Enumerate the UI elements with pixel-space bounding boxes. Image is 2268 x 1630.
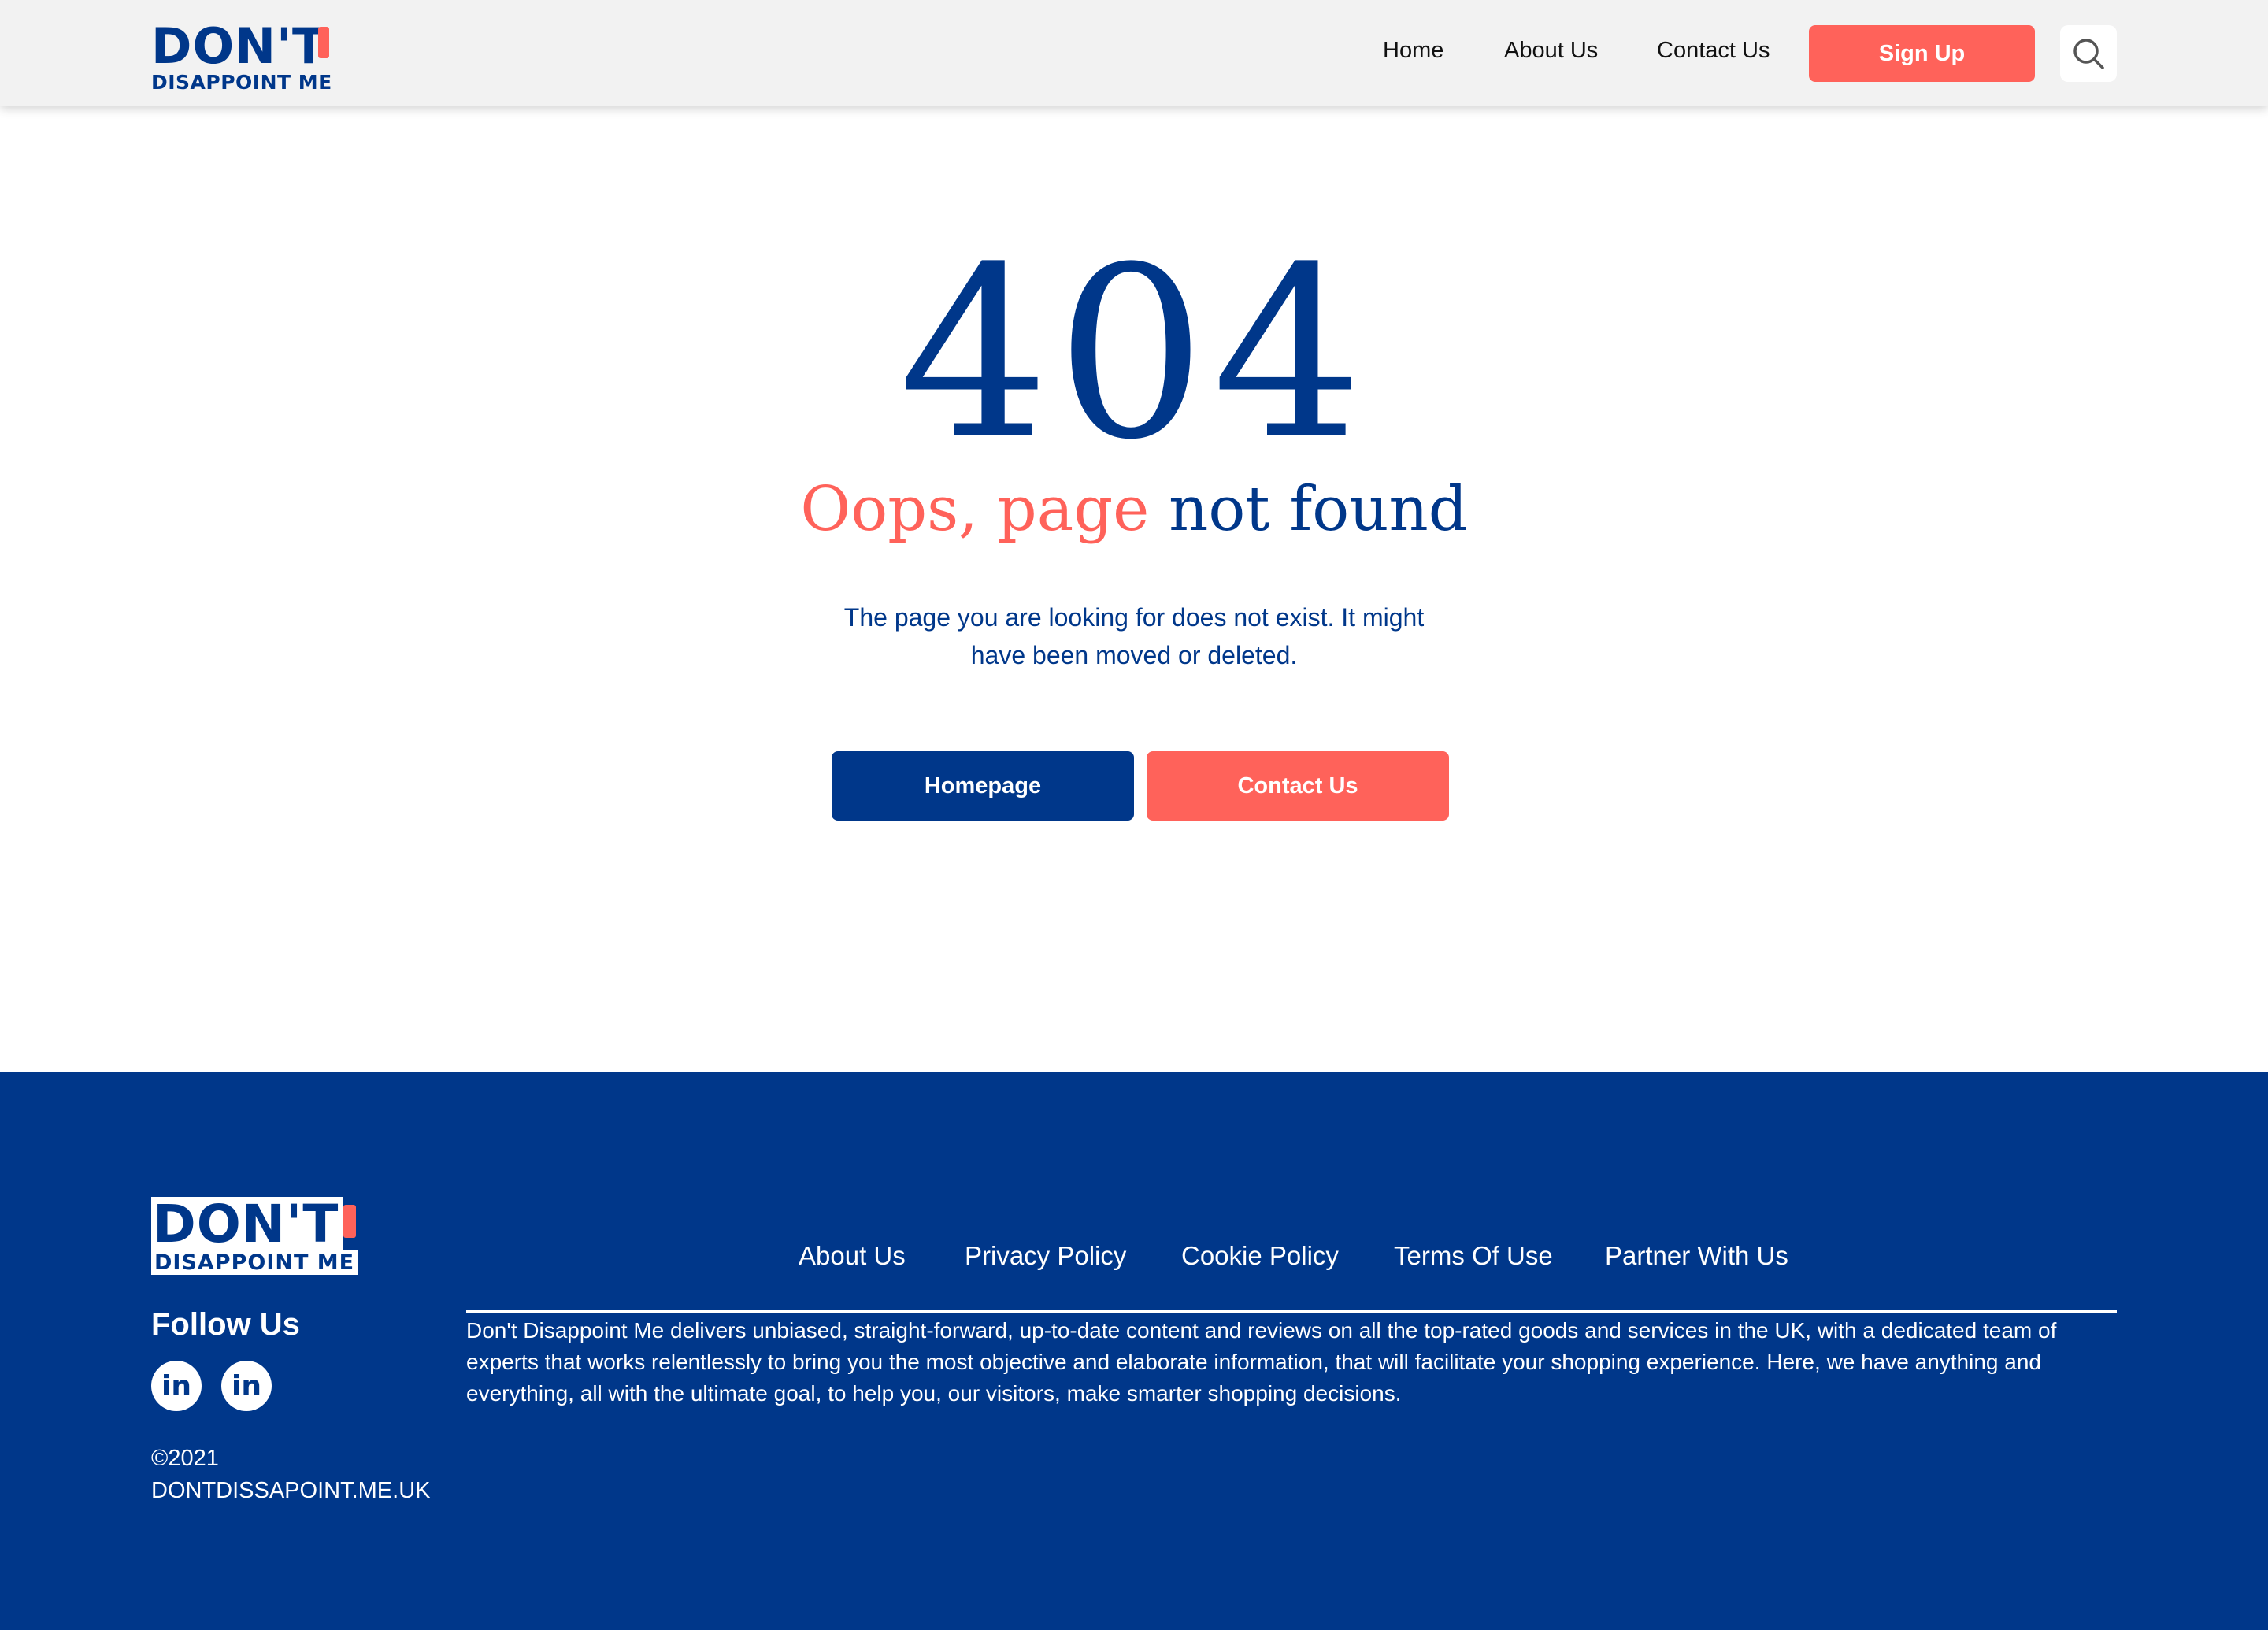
site-footer: DON'T DISAPPOINT ME Follow Us in in ©202…: [0, 1072, 2268, 1630]
copyright-site: DONTDISSAPOINT.ME.UK: [151, 1478, 431, 1503]
copyright: ©2021 DONTDISSAPOINT.ME.UK: [151, 1443, 431, 1507]
search-button[interactable]: [2060, 25, 2117, 82]
logo-line1: DON'T: [151, 17, 327, 75]
linkedin-icon[interactable]: in: [221, 1361, 272, 1411]
nav-home[interactable]: Home: [1383, 38, 1443, 64]
follow-us-heading: Follow Us: [151, 1307, 300, 1342]
footer-brand-logo[interactable]: DON'T DISAPPOINT ME: [151, 1197, 358, 1275]
footer-divider: [466, 1310, 2117, 1313]
error-title-part1: Oops, page: [800, 474, 1150, 545]
footer-link-about-us[interactable]: About Us: [799, 1241, 906, 1271]
footer-about-text: Don't Disappoint Me delivers unbiased, s…: [466, 1318, 2057, 1406]
footer-logo-line2: DISAPPOINT ME: [151, 1250, 358, 1275]
homepage-button[interactable]: Homepage: [832, 751, 1134, 821]
error-description: The page you are looking for does not ex…: [843, 603, 1425, 669]
site-header: DON'T DISAPPOINT ME Home About Us Contac…: [0, 0, 2268, 106]
footer-link-terms-of-use[interactable]: Terms Of Use: [1394, 1241, 1553, 1271]
footer-link-privacy-policy[interactable]: Privacy Policy: [965, 1241, 1126, 1271]
price-tag-icon: [318, 27, 329, 58]
nav-contact-us[interactable]: Contact Us: [1657, 38, 1770, 64]
linkedin-icon[interactable]: in: [151, 1361, 202, 1411]
footer-logo-line1: DON'T: [151, 1197, 344, 1250]
nav-about-us[interactable]: About Us: [1504, 38, 1598, 64]
search-icon: [2073, 39, 2104, 69]
price-tag-icon: [343, 1205, 356, 1238]
error-title-part2: not found: [1169, 474, 1468, 545]
error-code: 404: [899, 217, 1369, 491]
footer-link-partner-with-us[interactable]: Partner With Us: [1605, 1241, 1788, 1271]
error-title: Oops, page not found: [0, 479, 2268, 540]
copyright-year: ©2021: [151, 1446, 219, 1471]
contact-us-button[interactable]: Contact Us: [1147, 751, 1449, 821]
brand-logo[interactable]: DON'T DISAPPOINT ME: [151, 17, 332, 94]
sign-up-button[interactable]: Sign Up: [1809, 25, 2035, 82]
logo-line2: DISAPPOINT ME: [151, 71, 332, 94]
footer-link-cookie-policy[interactable]: Cookie Policy: [1181, 1241, 1339, 1271]
